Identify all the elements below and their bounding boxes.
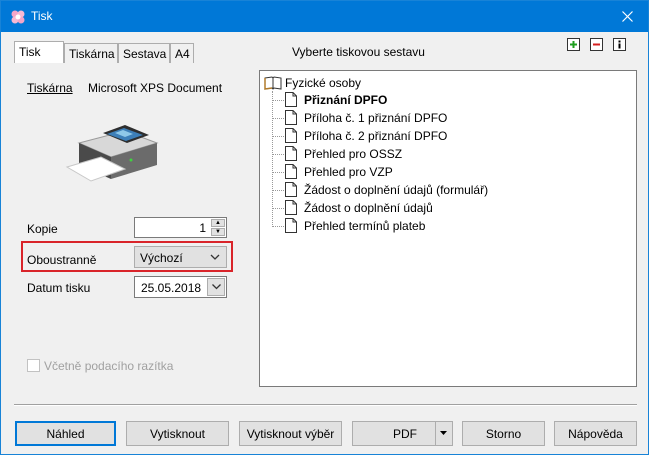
chevron-up-icon[interactable]: ▲: [211, 219, 225, 227]
tab-label: Tisk: [19, 45, 41, 59]
report-heading: Vyberte tiskovou sestavu: [292, 45, 425, 59]
copies-value: 1: [199, 221, 206, 235]
tree-connector: [273, 136, 284, 137]
tree-connector: [273, 208, 284, 209]
tree-item-label: Přehled termínů plateb: [304, 219, 426, 233]
document-icon: [285, 182, 297, 197]
printer-name: Microsoft XPS Document: [88, 81, 223, 95]
tab-label: Tiskárna: [69, 47, 115, 61]
button-label: Vytisknout výběr: [246, 427, 335, 441]
tree-root-label: Fyzické osoby: [285, 76, 362, 90]
date-dropdown-button[interactable]: [207, 278, 225, 296]
chevron-down-icon[interactable]: ▼: [211, 228, 225, 236]
tree-item-label: Příloha č. 2 přiznání DPFO: [304, 129, 448, 143]
stepper-arrows: ▲ ▼: [211, 219, 225, 236]
tree-item[interactable]: Žádost o doplnění údajů: [273, 199, 573, 217]
tree-item[interactable]: Přehled pro OSSZ: [273, 145, 573, 163]
tree-item[interactable]: Příloha č. 1 přiznání DPFO: [273, 109, 573, 127]
print-button[interactable]: Vytisknout: [126, 421, 229, 446]
window-title: Tisk: [31, 9, 53, 23]
pdf-button[interactable]: PDF: [352, 421, 453, 446]
remove-icon[interactable]: [590, 38, 603, 51]
print-selection-button[interactable]: Vytisknout výběr: [239, 421, 342, 446]
tree-item[interactable]: Přehled termínů plateb: [273, 217, 573, 235]
tree-item[interactable]: Žádost o doplnění údajů (formulář): [273, 181, 573, 199]
document-icon: [285, 92, 297, 107]
add-icon[interactable]: [567, 38, 580, 51]
stamp-checkbox-label: Včetně podacího razítka: [44, 359, 174, 373]
button-label: PDF: [393, 427, 417, 441]
date-value: 25.05.2018: [141, 281, 202, 295]
tab-sestava[interactable]: Sestava: [118, 43, 170, 63]
tree-item-label: Žádost o doplnění údajů (formulář): [304, 183, 489, 197]
title-bar: Tisk: [1, 1, 648, 32]
duplex-label: Oboustranně: [27, 253, 97, 267]
tree-item[interactable]: Přiznání DPFO: [273, 91, 573, 109]
tab-tisk[interactable]: Tisk: [14, 41, 64, 63]
info-icon[interactable]: [613, 38, 626, 51]
tree-item-label: Příloha č. 1 přiznání DPFO: [304, 111, 448, 125]
copies-label: Kopie: [27, 222, 58, 236]
duplex-select[interactable]: Výchozí: [134, 246, 227, 268]
tab-tiskarna[interactable]: Tiskárna: [64, 43, 118, 63]
chevron-down-icon: [212, 284, 221, 290]
divider: [14, 404, 637, 406]
chevron-down-icon: [210, 254, 220, 260]
tree-item[interactable]: Příloha č. 2 přiznání DPFO: [273, 127, 573, 145]
document-icon: [285, 164, 297, 179]
printer-icon: [65, 125, 159, 182]
document-icon: [285, 200, 297, 215]
date-picker[interactable]: 25.05.2018: [134, 276, 227, 298]
tab-a4[interactable]: A4: [170, 43, 194, 63]
document-icon: [285, 128, 297, 143]
button-label: Náhled: [46, 427, 85, 441]
tree-item[interactable]: Přehled pro VZP: [273, 163, 573, 181]
document-icon: [285, 110, 297, 125]
tree-connector: [273, 100, 284, 101]
tree-connector: [273, 154, 284, 155]
document-icon: [285, 146, 297, 161]
document-icon: [285, 218, 297, 233]
close-icon: [622, 11, 633, 22]
print-dialog: Tisk Tisk Tiskárna Sestava A4 Tiskárna M…: [0, 0, 649, 455]
tree-connector: [273, 190, 284, 191]
tree-item-label: Přehled pro VZP: [304, 165, 393, 179]
date-label: Datum tisku: [27, 281, 91, 295]
tree-item-label: Přiznání DPFO: [304, 93, 388, 107]
tree-connector: [273, 118, 284, 119]
tree-item-label: Přehled pro OSSZ: [304, 147, 403, 161]
tree-item-label: Žádost o doplnění údajů: [304, 201, 433, 215]
button-label: Storno: [485, 427, 522, 441]
tab-label: A4: [175, 47, 190, 61]
help-button[interactable]: Nápověda: [554, 421, 637, 446]
tree-connector: [273, 226, 284, 227]
caret-down-icon[interactable]: [440, 431, 447, 435]
button-label: Nápověda: [568, 427, 623, 441]
button-label: Vytisknout: [150, 427, 205, 441]
preview-button[interactable]: Náhled: [15, 421, 116, 446]
divider: [435, 422, 436, 445]
tab-label: Sestava: [123, 47, 167, 61]
copies-stepper[interactable]: 1 ▲ ▼: [134, 217, 227, 238]
flower-icon: [11, 10, 25, 24]
book-icon: [264, 76, 282, 90]
tree-connector: [273, 172, 284, 173]
cancel-button[interactable]: Storno: [462, 421, 545, 446]
stamp-checkbox[interactable]: [27, 359, 40, 372]
duplex-value: Výchozí: [140, 251, 183, 265]
printer-link[interactable]: Tiskárna: [27, 81, 73, 95]
close-button[interactable]: [608, 1, 648, 32]
